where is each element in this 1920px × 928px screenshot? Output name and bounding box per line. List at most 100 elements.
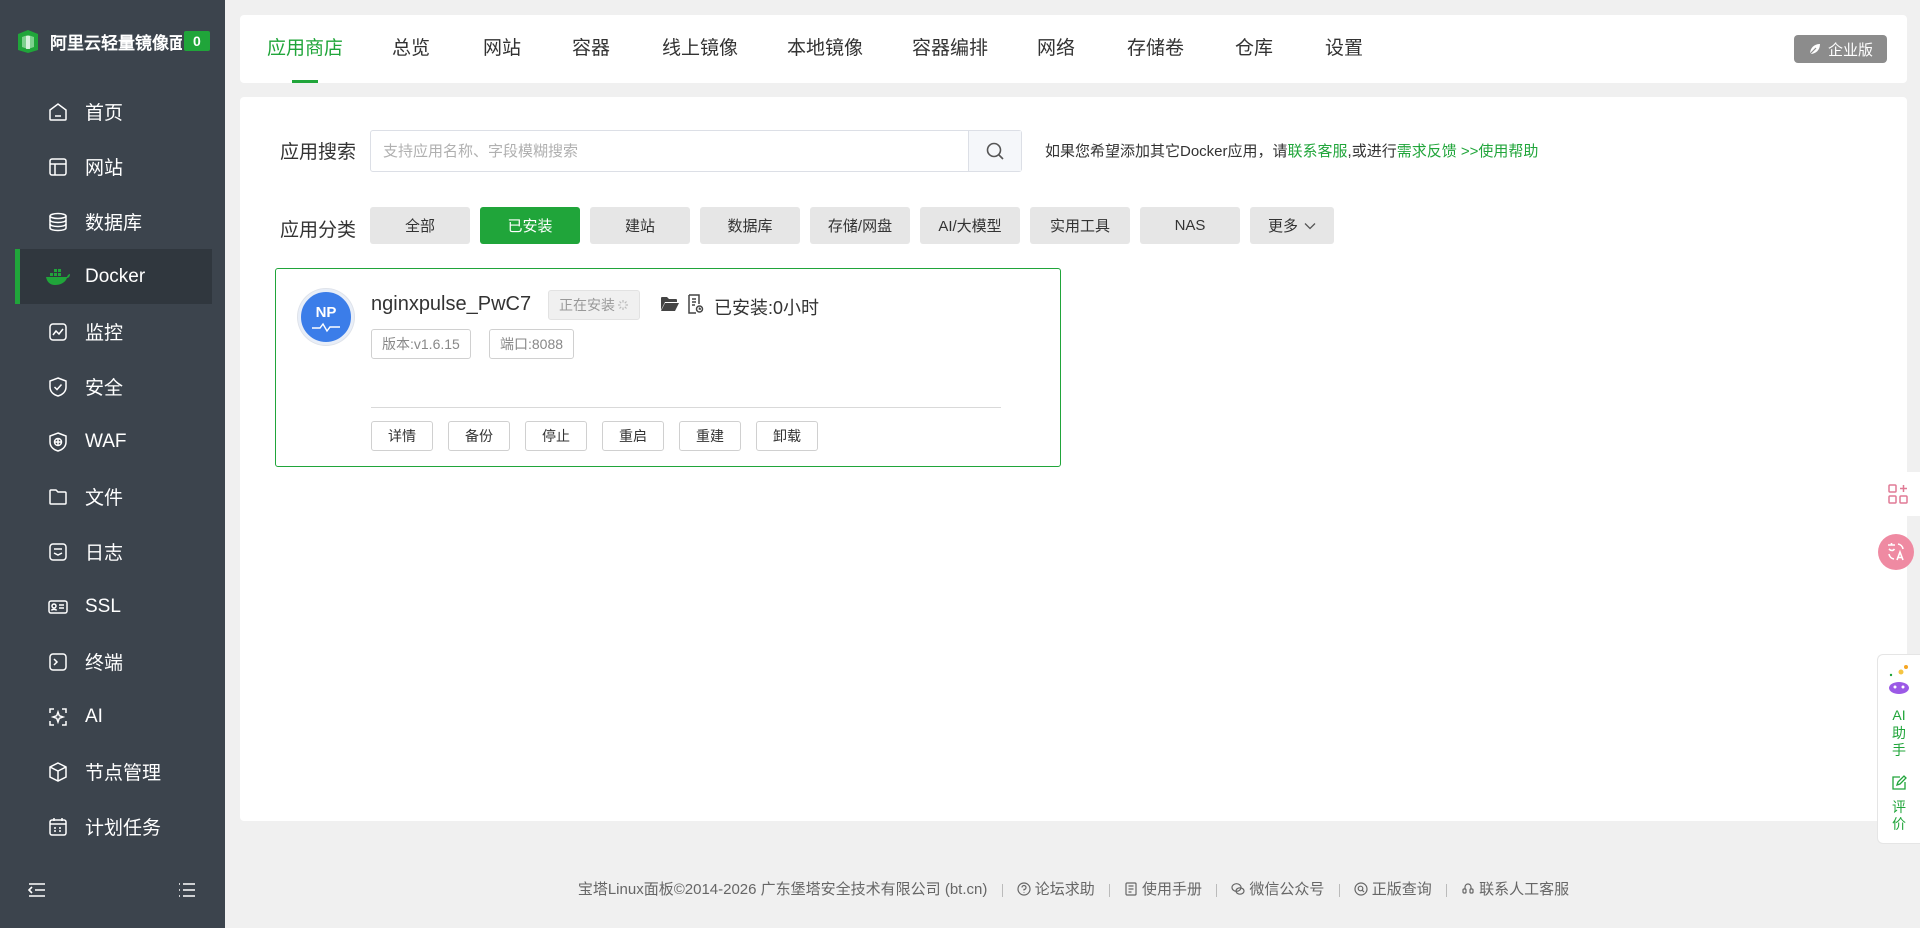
apps-widget-button[interactable] — [1876, 472, 1920, 516]
category-ai-models[interactable]: AI/大模型 — [920, 207, 1020, 244]
feedback-link[interactable]: 需求反馈 — [1397, 143, 1457, 160]
status-text: 正在安装 — [559, 297, 615, 313]
sidebar-item-terminal[interactable]: 终端 — [15, 634, 212, 689]
details-button[interactable]: 详情 — [371, 421, 433, 451]
sidebar-item-label: 安全 — [85, 378, 124, 399]
sidebar-item-website[interactable]: 网站 — [15, 139, 212, 194]
category-storage[interactable]: 存储/网盘 — [810, 207, 910, 244]
search-label: 应用搜索 — [280, 142, 357, 163]
sidebar-item-label: 监控 — [85, 323, 124, 344]
tab-network[interactable]: 网络 — [1037, 15, 1075, 83]
sidebar-item-label: 文件 — [85, 488, 124, 509]
tab-app-store[interactable]: 应用商店 — [267, 15, 343, 83]
footer-divider — [1445, 883, 1447, 897]
sidebar-footer — [0, 878, 225, 908]
copyright: 宝塔Linux面板©2014-2026 广东堡塔安全技术有限公司 (bt.cn) — [577, 881, 988, 898]
sidebar-item-label: SSL — [85, 595, 121, 617]
tab-compose[interactable]: 容器编排 — [912, 15, 988, 83]
review-label: 价 — [1892, 816, 1906, 832]
footer-divider — [1001, 883, 1003, 897]
sidebar-item-security[interactable]: 安全 — [15, 359, 212, 414]
notification-badge[interactable]: 0 — [184, 31, 210, 51]
category-database[interactable]: 数据库 — [700, 207, 800, 244]
search-input[interactable] — [371, 131, 968, 171]
license-check-link[interactable]: 正版查询 — [1354, 881, 1432, 898]
docker-request-hint: 如果您希望添加其它Docker应用，请联系客服,或进行需求反馈 >>使用帮助 — [1045, 140, 1538, 161]
app-card: NP nginxpulse_PwC7 正在安装 已安装:0小时 版本:v1.6.… — [275, 268, 1061, 467]
tab-overview[interactable]: 总览 — [392, 15, 430, 83]
sidebar-item-waf[interactable]: WAF — [15, 414, 212, 469]
rebuild-button[interactable]: 重建 — [679, 421, 741, 451]
sidebar-item-nodes[interactable]: 节点管理 — [15, 744, 212, 799]
sidebar-item-docker[interactable]: Docker — [15, 249, 212, 304]
ai-robot-icon — [1886, 663, 1912, 697]
tab-settings[interactable]: 设置 — [1325, 15, 1363, 83]
pulse-icon — [311, 321, 341, 333]
monitor-icon — [45, 319, 71, 345]
hint-text: ,或进行 — [1347, 143, 1397, 160]
enterprise-label: 企业版 — [1827, 41, 1873, 59]
sidebar-item-ai[interactable]: AI — [15, 689, 212, 744]
avatar-text: NP — [315, 304, 337, 321]
footer-divider — [1216, 883, 1218, 897]
footer-link-label: 联系人工客服 — [1479, 881, 1570, 898]
install-status-badge: 正在安装 — [548, 290, 640, 320]
uninstall-button[interactable]: 卸载 — [756, 421, 818, 451]
version-tag: 版本:v1.6.15 — [371, 329, 471, 359]
category-all[interactable]: 全部 — [370, 207, 470, 244]
sidebar-item-logs[interactable]: 日志 — [15, 524, 212, 579]
ai-label: AI — [1892, 707, 1906, 723]
search-circle-icon — [1354, 882, 1368, 896]
category-site-building[interactable]: 建站 — [590, 207, 690, 244]
review-label: 评 — [1892, 799, 1906, 815]
brand-title: 阿里云轻量镜像面板 — [50, 33, 182, 53]
category-more-dropdown[interactable]: 更多 — [1250, 207, 1334, 244]
tab-registry[interactable]: 仓库 — [1235, 15, 1273, 83]
contact-service-link[interactable]: 联系人工客服 — [1461, 881, 1569, 898]
tab-volumes[interactable]: 存储卷 — [1127, 15, 1184, 83]
sidebar-item-files[interactable]: 文件 — [15, 469, 212, 524]
backup-button[interactable]: 备份 — [448, 421, 510, 451]
sidebar-item-label: 计划任务 — [85, 818, 162, 839]
forum-link[interactable]: 论坛求助 — [1017, 881, 1095, 898]
main-panel: 应用搜索 如果您希望添加其它Docker应用，请联系客服,或进行需求反馈 >>使… — [240, 97, 1907, 821]
footer-link-label: 论坛求助 — [1034, 881, 1095, 898]
tab-website[interactable]: 网站 — [483, 15, 521, 83]
wechat-link[interactable]: 微信公众号 — [1231, 881, 1324, 898]
sidebar-item-monitor[interactable]: 监控 — [15, 304, 212, 359]
terminal-icon — [45, 649, 71, 675]
tab-local-images[interactable]: 本地镜像 — [787, 15, 863, 83]
category-nas[interactable]: NAS — [1140, 207, 1240, 244]
bt-logo-icon — [14, 27, 42, 55]
shield-icon — [45, 374, 71, 400]
tab-containers[interactable]: 容器 — [572, 15, 610, 83]
category-utilities[interactable]: 实用工具 — [1030, 207, 1130, 244]
log-file-icon[interactable] — [686, 294, 704, 319]
category-installed[interactable]: 已安装 — [480, 207, 580, 244]
collapse-sidebar-icon[interactable] — [26, 880, 48, 905]
manual-link[interactable]: 使用手册 — [1124, 881, 1202, 898]
help-link[interactable]: >>使用帮助 — [1461, 143, 1539, 160]
search-icon — [985, 141, 1005, 161]
tab-online-images[interactable]: 线上镜像 — [662, 15, 738, 83]
apps-grid-icon — [1887, 483, 1909, 505]
ai-label: 助 — [1892, 725, 1906, 741]
menu-list-icon[interactable] — [176, 880, 198, 905]
service-icon — [1462, 883, 1474, 894]
restart-button[interactable]: 重启 — [602, 421, 664, 451]
sidebar-item-cron[interactable]: 计划任务 — [15, 799, 212, 854]
cube-icon — [45, 759, 71, 785]
port-tag[interactable]: 端口:8088 — [489, 329, 575, 359]
folder-open-icon[interactable] — [660, 296, 680, 317]
translate-button[interactable] — [1878, 534, 1914, 570]
sidebar-item-ssl[interactable]: SSL — [15, 579, 212, 634]
enterprise-button[interactable]: 企业版 — [1793, 35, 1887, 63]
contact-support-link[interactable]: 联系客服 — [1288, 143, 1348, 160]
sidebar-item-database[interactable]: 数据库 — [15, 194, 212, 249]
search-button[interactable] — [968, 131, 1021, 171]
sidebar-item-home[interactable]: 首页 — [15, 84, 212, 139]
sidebar-item-label: Docker — [85, 265, 146, 287]
stop-button[interactable]: 停止 — [525, 421, 587, 451]
ai-assistant-panel[interactable]: AI 助 手 评 价 — [1877, 654, 1920, 844]
brand: 阿里云轻量镜像面板 0 — [14, 24, 214, 58]
